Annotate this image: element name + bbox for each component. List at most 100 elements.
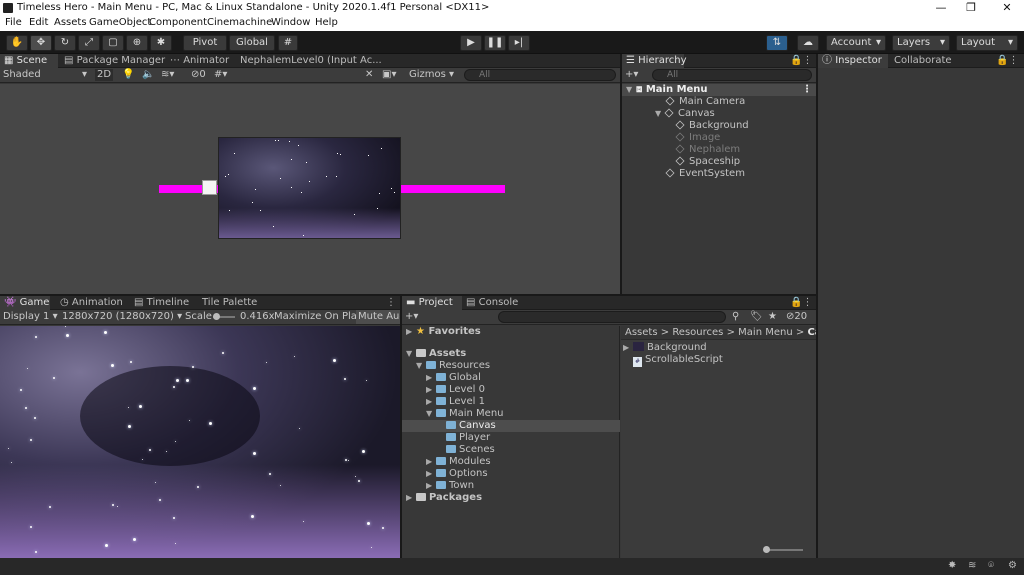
tree-town[interactable]: ▶ Town: [426, 480, 474, 492]
breadcrumb-canvas[interactable]: Canvas: [807, 327, 816, 338]
display-dropdown[interactable]: Display 1 ▾: [3, 311, 59, 323]
menu-assets[interactable]: Assets: [54, 17, 87, 28]
menu-file[interactable]: File: [5, 17, 22, 28]
hierarchy-item-main-menu[interactable]: ▼ ⧈ Main Menu ⋮: [622, 84, 816, 96]
icon-size-slider-thumb[interactable]: [763, 546, 770, 553]
gizmos-dropdown[interactable]: Gizmos ▾: [409, 69, 455, 81]
file-scrollable-script[interactable]: # ScrollableScript: [633, 354, 723, 367]
menu-window[interactable]: Window: [271, 17, 310, 28]
tree-modules[interactable]: ▶ Modules: [426, 456, 491, 468]
hierarchy-item-spaceship[interactable]: Spaceship: [675, 156, 740, 168]
scene-search-input[interactable]: All: [464, 69, 616, 81]
hierarchy-item-background[interactable]: Background: [675, 120, 749, 132]
menu-component[interactable]: Component: [149, 17, 207, 28]
hierarchy-item-image[interactable]: Image: [675, 132, 720, 144]
spaceship-handle[interactable]: [202, 180, 217, 195]
tab-scene[interactable]: ▦ Scene: [0, 54, 58, 68]
shading-dropdown[interactable]: Shaded ▾: [3, 69, 89, 81]
tree-assets[interactable]: ▼ Assets: [406, 348, 466, 360]
game-view[interactable]: [0, 326, 400, 558]
tab-collaborate[interactable]: Collaborate: [894, 54, 960, 68]
hierarchy-search-input[interactable]: All: [652, 69, 812, 81]
tab-animation[interactable]: ◷ Animation: [60, 296, 123, 310]
tab-project[interactable]: ▬ Project: [402, 296, 462, 310]
cloud-icon[interactable]: ☁: [797, 35, 819, 51]
tab-inspector[interactable]: ⓘ Inspector: [818, 54, 888, 68]
breadcrumb-main-menu[interactable]: Main Menu: [738, 327, 793, 338]
create-icon[interactable]: +▾: [405, 311, 418, 323]
menu-help[interactable]: Help: [315, 17, 338, 28]
maximize-on-play-toggle[interactable]: Maximize On Play: [274, 311, 363, 323]
tab-console[interactable]: ▤ Console: [466, 296, 522, 310]
tree-level-0[interactable]: ▶ Level 0: [426, 384, 485, 396]
filter-label-icon[interactable]: 🏷: [750, 311, 763, 323]
tree-options[interactable]: ▶ Options: [426, 468, 488, 480]
global-toggle[interactable]: Global: [229, 35, 275, 51]
effects-icon[interactable]: ≋▾: [161, 69, 174, 81]
layers-icon[interactable]: ≋: [968, 560, 976, 571]
move-tool-icon[interactable]: ✥: [30, 35, 52, 51]
hidden-objects-icon[interactable]: ⊘0: [191, 69, 206, 81]
favorite-icon[interactable]: ★: [768, 311, 777, 323]
tree-canvas[interactable]: Canvas: [402, 420, 620, 432]
tree-favorites[interactable]: ▶ ★ Favorites: [406, 326, 481, 338]
hidden-packages-icon[interactable]: ⊘20: [786, 311, 807, 323]
mute-audio-toggle[interactable]: Mute Aud: [356, 310, 400, 324]
layers-dropdown[interactable]: Layers: [892, 35, 950, 51]
tab-game[interactable]: 👾 Game: [0, 296, 50, 310]
grid-icon[interactable]: #▾: [214, 69, 227, 81]
2d-toggle[interactable]: 2D: [95, 69, 113, 81]
lock-icon[interactable]: 🔒⋮: [790, 54, 814, 68]
hierarchy-item-eventsystem[interactable]: EventSystem: [665, 168, 745, 180]
scene-viewport[interactable]: [0, 84, 620, 294]
game-menu-icon[interactable]: ⋮: [386, 296, 396, 310]
tree-player[interactable]: Player: [446, 432, 490, 444]
camera-icon[interactable]: ▣▾: [382, 69, 396, 81]
tree-resources[interactable]: ▼ Resources: [416, 360, 490, 372]
bug-icon[interactable]: ✸: [948, 560, 956, 571]
hierarchy-item-nephalem[interactable]: Nephalem: [675, 144, 740, 156]
tree-level-1[interactable]: ▶ Level 1: [426, 396, 485, 408]
pivot-toggle[interactable]: Pivot: [183, 35, 227, 51]
tab-hierarchy[interactable]: ☰ Hierarchy: [622, 54, 687, 68]
breadcrumb-assets[interactable]: Assets: [625, 327, 658, 338]
account-dropdown[interactable]: Account: [826, 35, 886, 51]
close-button[interactable]: ✕: [992, 0, 1022, 16]
scale-tool-icon[interactable]: ⤢: [78, 35, 100, 51]
rect-tool-icon[interactable]: ▢: [102, 35, 124, 51]
tree-global[interactable]: ▶ Global: [426, 372, 481, 384]
tab-package-manager[interactable]: ▤ Package Manager: [64, 54, 165, 68]
transform-tool-icon[interactable]: ⊕: [126, 35, 148, 51]
lighting-icon[interactable]: 💡: [122, 69, 134, 81]
project-lock-icon[interactable]: 🔒⋮: [790, 296, 814, 310]
custom-tool-icon[interactable]: ✱: [150, 35, 172, 51]
tree-packages[interactable]: ▶ Packages: [406, 492, 482, 504]
settings-icon[interactable]: ⚙: [1008, 560, 1017, 571]
resolution-dropdown[interactable]: 1280x720 (1280x720) ▾: [62, 311, 182, 323]
hand-tool-icon[interactable]: ✋: [6, 35, 28, 51]
tree-main-menu[interactable]: ▼ Main Menu: [426, 408, 504, 420]
hierarchy-item-canvas[interactable]: ▼ Canvas: [655, 108, 715, 120]
play-button[interactable]: ▶: [460, 35, 482, 51]
hierarchy-item-main-camera[interactable]: Main Camera: [665, 96, 745, 108]
collab-icon[interactable]: ⇅: [766, 35, 788, 51]
step-button[interactable]: ▸|: [508, 35, 530, 51]
filter-type-icon[interactable]: ⚲: [732, 311, 739, 323]
menu-cinemachine[interactable]: Cinemachine: [207, 17, 272, 28]
scale-slider-thumb[interactable]: [213, 313, 220, 320]
progress-icon[interactable]: ⌾: [988, 560, 994, 571]
tab-tile-palette[interactable]: Tile Palette: [202, 296, 258, 310]
tree-scenes[interactable]: Scenes: [446, 444, 495, 456]
tab-timeline[interactable]: ▤ Timeline: [134, 296, 189, 310]
tab-animator[interactable]: ⋯ Animator: [170, 54, 230, 68]
project-search-input[interactable]: [498, 311, 726, 323]
tab-input-actions[interactable]: NephalemLevel0 (Input Ac...: [240, 54, 382, 68]
breadcrumb-resources[interactable]: Resources: [672, 327, 723, 338]
minimize-button[interactable]: —: [926, 0, 956, 16]
layout-dropdown[interactable]: Layout: [956, 35, 1018, 51]
audio-icon[interactable]: 🔈: [142, 69, 154, 81]
rotate-tool-icon[interactable]: ↻: [54, 35, 76, 51]
pause-button[interactable]: ❚❚: [484, 35, 506, 51]
file-background[interactable]: ▶ Background: [623, 342, 707, 354]
grid-snap-icon[interactable]: #: [278, 35, 298, 51]
